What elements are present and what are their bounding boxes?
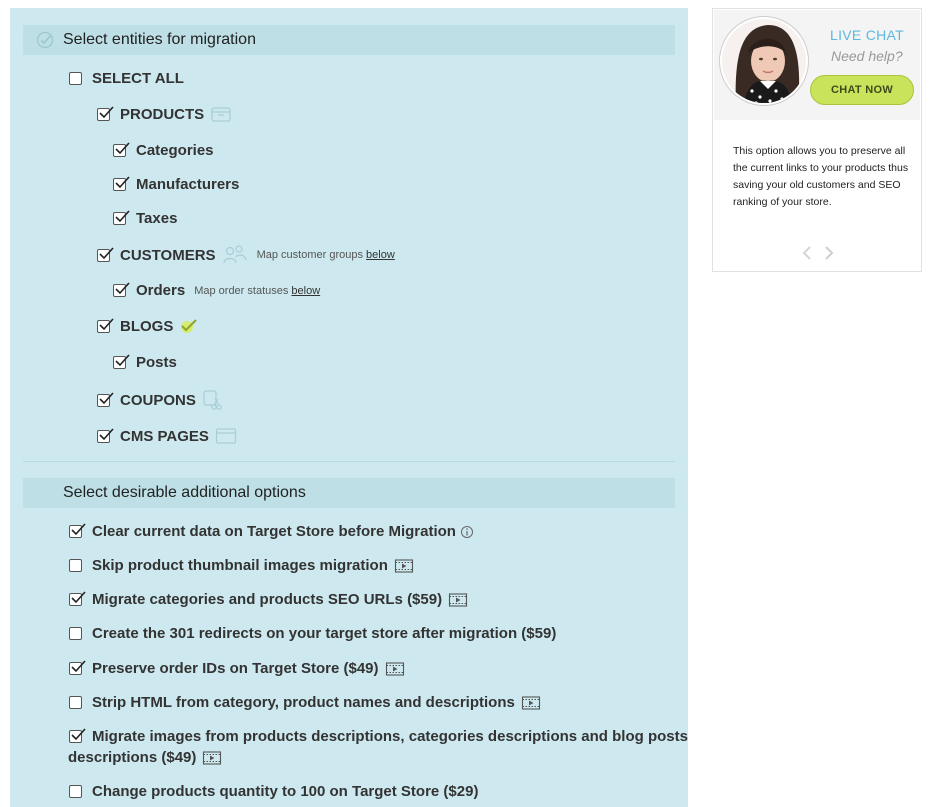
options-section-header: Select desirable additional options	[23, 478, 675, 508]
skip-thumbnails-label: Skip product thumbnail images migration	[92, 557, 388, 574]
entity-orders-row[interactable]: Orders Map order statuses below	[113, 282, 320, 299]
customers-label: CUSTOMERS	[120, 246, 216, 264]
entity-blogs-row[interactable]: BLOGS	[97, 317, 199, 335]
cms-pages-checkbox[interactable]	[97, 427, 114, 443]
redirects-label: Create the 301 redirects on your target …	[92, 625, 557, 642]
chat-header: LIVE CHAT Need help? CHAT NOW	[714, 10, 920, 120]
options-section-title: Select desirable additional options	[63, 484, 306, 501]
categories-label: Categories	[136, 142, 214, 159]
categories-checkbox[interactable]	[113, 142, 130, 157]
coupons-label: COUPONS	[120, 391, 196, 409]
preserve-order-ids-label: Preserve order IDs on Target Store ($49)	[92, 660, 379, 677]
blog-check-icon	[179, 317, 199, 335]
video-icon[interactable]	[394, 558, 414, 574]
seo-urls-checkbox[interactable]	[69, 591, 86, 606]
chat-info-text: This option allows you to preserve all t…	[733, 145, 909, 208]
posts-label: Posts	[136, 354, 177, 371]
blogs-label: BLOGS	[120, 317, 174, 335]
select-all-row[interactable]: SELECT ALL	[69, 70, 184, 87]
entities-section-header: Select entities for migration	[23, 25, 675, 55]
entity-categories-row[interactable]: Categories	[113, 142, 214, 159]
order-statuses-note: Map order statuses below	[194, 284, 321, 297]
products-checkbox[interactable]	[97, 105, 114, 121]
orders-label: Orders	[136, 282, 186, 299]
cms-pages-label: CMS PAGES	[120, 427, 209, 445]
entity-coupons-row[interactable]: COUPONS	[97, 389, 222, 411]
coupon-scissors-icon	[202, 389, 222, 411]
video-icon[interactable]	[521, 695, 541, 711]
option-migrate-images-row[interactable]: Migrate images from products description…	[69, 728, 688, 745]
need-help-text: Need help?	[831, 48, 903, 64]
option-skip-thumbnails-row[interactable]: Skip product thumbnail images migration	[69, 557, 414, 574]
video-icon[interactable]	[448, 592, 468, 608]
manufacturers-checkbox[interactable]	[113, 176, 130, 191]
option-strip-html-row[interactable]: Strip HTML from category, product names …	[69, 694, 541, 711]
entities-section-title: Select entities for migration	[63, 31, 256, 48]
entity-customers-row[interactable]: CUSTOMERS Map customer groups below	[97, 245, 395, 265]
clear-data-checkbox[interactable]	[69, 523, 86, 538]
video-icon[interactable]	[385, 661, 405, 677]
manufacturers-label: Manufacturers	[136, 176, 240, 193]
strip-html-label: Strip HTML from category, product names …	[92, 694, 515, 711]
taxes-checkbox[interactable]	[113, 210, 130, 225]
migrate-images-checkbox[interactable]	[69, 728, 86, 743]
chevron-right-icon[interactable]	[823, 245, 835, 261]
section-divider	[23, 461, 675, 462]
entity-taxes-row[interactable]: Taxes	[113, 210, 177, 227]
option-migrate-images-line2: descriptions ($49)	[68, 749, 222, 766]
customer-groups-note: Map customer groups below	[256, 249, 395, 261]
chevron-left-icon[interactable]	[801, 245, 813, 261]
clear-data-label: Clear current data on Target Store befor…	[92, 523, 456, 540]
taxes-label: Taxes	[136, 210, 178, 227]
coupons-checkbox[interactable]	[97, 391, 114, 407]
live-chat-title: LIVE CHAT	[830, 27, 905, 43]
carousel-arrows	[801, 245, 835, 261]
check-circle-icon	[36, 31, 54, 49]
info-icon[interactable]	[460, 525, 474, 539]
products-label: PRODUCTS	[120, 105, 205, 123]
page-window-icon	[215, 427, 237, 445]
select-all-checkbox[interactable]	[69, 72, 82, 85]
option-preserve-order-ids-row[interactable]: Preserve order IDs on Target Store ($49)	[69, 660, 405, 677]
chat-now-button[interactable]: CHAT NOW	[810, 75, 914, 105]
users-icon	[222, 245, 248, 265]
live-chat-panel: LIVE CHAT Need help? CHAT NOW This optio…	[712, 8, 922, 272]
preserve-order-ids-checkbox[interactable]	[69, 660, 86, 675]
entity-manufacturers-row[interactable]: Manufacturers	[113, 176, 239, 193]
orders-checkbox[interactable]	[113, 282, 130, 297]
migrate-images-label-line2: descriptions ($49)	[68, 749, 197, 766]
customer-groups-below-link[interactable]: below	[366, 249, 395, 261]
box-icon	[210, 105, 232, 123]
customers-checkbox[interactable]	[97, 246, 114, 262]
change-quantity-checkbox[interactable]	[69, 785, 82, 798]
strip-html-checkbox[interactable]	[69, 696, 82, 709]
migrate-images-label: Migrate images from products description…	[92, 728, 688, 745]
entity-cms-pages-row[interactable]: CMS PAGES	[97, 427, 237, 445]
order-statuses-below-link[interactable]: below	[291, 285, 320, 297]
redirects-checkbox[interactable]	[69, 627, 82, 640]
posts-checkbox[interactable]	[113, 354, 130, 369]
entity-products-row[interactable]: PRODUCTS	[97, 105, 232, 123]
video-icon[interactable]	[202, 750, 222, 766]
option-clear-data-row[interactable]: Clear current data on Target Store befor…	[69, 523, 474, 540]
option-change-quantity-row[interactable]: Change products quantity to 100 on Targe…	[69, 783, 478, 800]
seo-urls-label: Migrate categories and products SEO URLs…	[92, 591, 443, 608]
option-seo-urls-row[interactable]: Migrate categories and products SEO URLs…	[69, 591, 468, 608]
select-all-label: SELECT ALL	[92, 70, 184, 87]
blogs-checkbox[interactable]	[97, 317, 114, 333]
support-agent-avatar	[720, 17, 808, 105]
entity-posts-row[interactable]: Posts	[113, 354, 177, 371]
skip-thumbnails-checkbox[interactable]	[69, 559, 82, 572]
change-quantity-label: Change products quantity to 100 on Targe…	[92, 783, 479, 800]
option-301-redirects-row[interactable]: Create the 301 redirects on your target …	[69, 625, 556, 642]
